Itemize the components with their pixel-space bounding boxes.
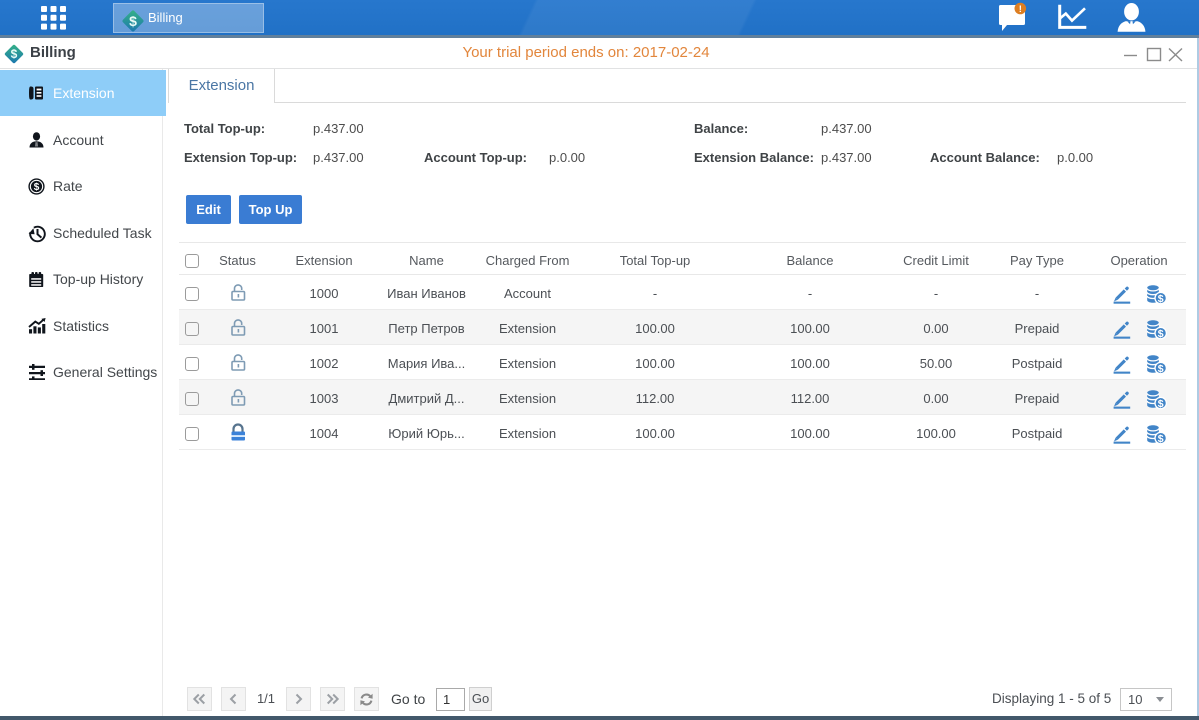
svg-text:$: $ <box>34 182 40 193</box>
svg-text:!: ! <box>1019 4 1022 15</box>
svg-text:$: $ <box>129 13 137 29</box>
